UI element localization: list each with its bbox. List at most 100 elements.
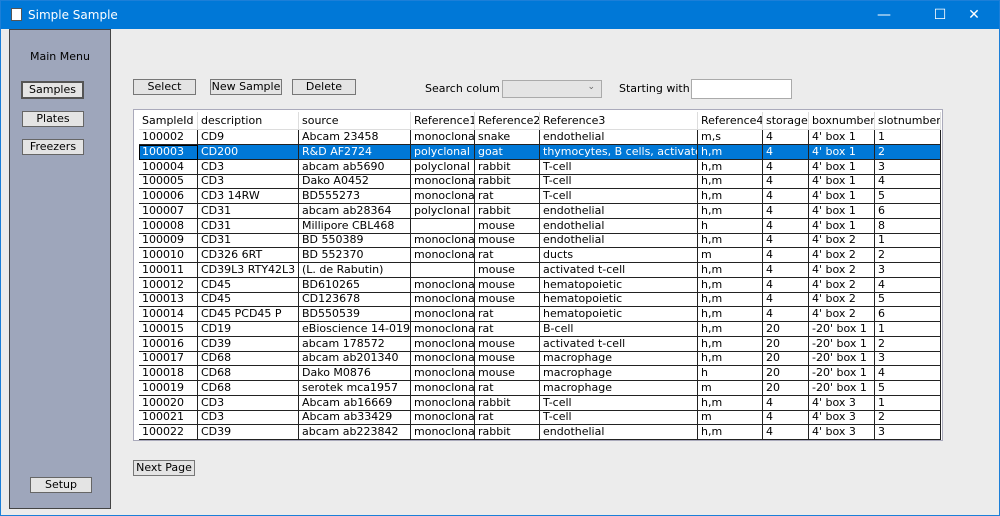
column-header-boxnumber[interactable]: boxnumber — [809, 112, 875, 130]
cell-storage[interactable]: 4 — [763, 292, 809, 308]
cell-reference3[interactable]: B-cell — [540, 321, 698, 337]
column-header-reference2[interactable]: Reference2 — [475, 112, 540, 130]
cell-reference2[interactable]: mouse — [475, 218, 540, 234]
cell-storage[interactable]: 20 — [763, 351, 809, 367]
cell-slotnumber[interactable]: 1 — [875, 233, 941, 249]
cell-reference1[interactable]: monoclonal — [411, 277, 475, 293]
cell-reference4[interactable]: m — [698, 410, 763, 426]
cell-storage[interactable]: 4 — [763, 174, 809, 190]
cell-boxnumber[interactable]: 4' box 2 — [809, 262, 875, 278]
cell-description[interactable]: CD326 6RT — [198, 248, 299, 263]
cell-sampleid[interactable]: 100013 — [139, 292, 198, 308]
cell-reference4[interactable]: m — [698, 248, 763, 263]
cell-source[interactable]: serotek mca1957 — [299, 380, 411, 396]
cell-reference3[interactable]: T-cell — [540, 395, 698, 411]
cell-storage[interactable]: 4 — [763, 395, 809, 411]
table-row[interactable]: 100015 CD19 eBioscience 14-0194 monoclonal r… — [139, 321, 941, 337]
cell-reference1[interactable] — [411, 262, 475, 278]
cell-description[interactable]: CD68 — [198, 366, 299, 381]
cell-reference1[interactable]: monoclonal — [411, 336, 475, 352]
cell-reference4[interactable]: h — [698, 366, 763, 381]
cell-source[interactable]: Abcam 23458 — [299, 130, 411, 145]
cell-reference1[interactable]: monoclonal — [411, 321, 475, 337]
cell-reference2[interactable]: rat — [475, 248, 540, 263]
cell-reference1[interactable]: monoclonal — [411, 189, 475, 204]
cell-source[interactable]: eBioscience 14-0194 — [299, 321, 411, 337]
column-header-description[interactable]: description — [198, 112, 299, 130]
cell-reference4[interactable]: h,m — [698, 336, 763, 352]
cell-slotnumber[interactable]: 2 — [875, 336, 941, 352]
cell-boxnumber[interactable]: -20' box 1 — [809, 380, 875, 396]
cell-reference2[interactable]: mouse — [475, 336, 540, 352]
cell-reference4[interactable]: h,m — [698, 351, 763, 367]
cell-reference2[interactable]: rat — [475, 189, 540, 204]
cell-storage[interactable]: 4 — [763, 307, 809, 322]
cell-reference4[interactable]: h,m — [698, 174, 763, 190]
cell-reference3[interactable]: macrophage — [540, 380, 698, 396]
cell-reference3[interactable]: hematopoietic — [540, 292, 698, 308]
column-header-reference1[interactable]: Reference1 — [411, 112, 475, 130]
cell-reference2[interactable]: rat — [475, 321, 540, 337]
table-row[interactable]: 100020 CD3 Abcam ab16669 monoclonal rabbit T-… — [139, 395, 941, 411]
cell-reference2[interactable]: goat — [475, 144, 540, 160]
cell-description[interactable]: CD31 — [198, 218, 299, 234]
cell-description[interactable]: CD68 — [198, 380, 299, 396]
cell-storage[interactable]: 20 — [763, 336, 809, 352]
cell-source[interactable]: BD 550389 — [299, 233, 411, 249]
cell-description[interactable]: CD39L3 RTY42L3 P — [198, 262, 299, 278]
cell-storage[interactable]: 4 — [763, 159, 809, 175]
cell-reference2[interactable]: rabbit — [475, 159, 540, 175]
cell-reference2[interactable]: mouse — [475, 366, 540, 381]
cell-source[interactable]: Dako M0876 — [299, 366, 411, 381]
cell-reference4[interactable]: h,m — [698, 159, 763, 175]
column-header-source[interactable]: source — [299, 112, 411, 130]
cell-reference4[interactable]: h,m — [698, 262, 763, 278]
cell-storage[interactable]: 20 — [763, 380, 809, 396]
cell-storage[interactable]: 20 — [763, 366, 809, 381]
cell-reference1[interactable]: monoclonal — [411, 307, 475, 322]
cell-reference3[interactable]: macrophage — [540, 351, 698, 367]
cell-description[interactable]: CD45 — [198, 277, 299, 293]
cell-sampleid[interactable]: 100002 — [139, 130, 198, 145]
cell-reference3[interactable]: endothelial — [540, 233, 698, 249]
cell-storage[interactable]: 20 — [763, 321, 809, 337]
cell-source[interactable]: abcam ab223842 — [299, 425, 411, 440]
cell-source[interactable]: BD550539 — [299, 307, 411, 322]
cell-reference2[interactable]: rabbit — [475, 395, 540, 411]
cell-reference1[interactable]: monoclonal — [411, 366, 475, 381]
cell-sampleid[interactable]: 100012 — [139, 277, 198, 293]
cell-reference3[interactable]: T-cell — [540, 174, 698, 190]
cell-slotnumber[interactable]: 5 — [875, 292, 941, 308]
cell-slotnumber[interactable]: 3 — [875, 425, 941, 440]
cell-reference4[interactable]: m — [698, 380, 763, 396]
cell-reference1[interactable]: monoclonal — [411, 130, 475, 145]
table-row[interactable]: 100010 CD326 6RT BD 552370 monoclonal rat duc… — [139, 248, 941, 263]
cell-source[interactable]: Dako A0452 — [299, 174, 411, 190]
cell-description[interactable]: CD200 — [198, 144, 299, 160]
new-sample-button[interactable]: New Sample — [210, 79, 282, 95]
cell-description[interactable]: CD31 — [198, 233, 299, 249]
cell-reference4[interactable]: h,m — [698, 203, 763, 219]
cell-sampleid[interactable]: 100011 — [139, 262, 198, 278]
cell-boxnumber[interactable]: 4' box 3 — [809, 395, 875, 411]
cell-source[interactable]: abcam ab201340 — [299, 351, 411, 367]
cell-reference4[interactable]: h,m — [698, 144, 763, 160]
cell-reference4[interactable]: h,m — [698, 425, 763, 440]
cell-source[interactable]: CD123678 — [299, 292, 411, 308]
cell-slotnumber[interactable]: 6 — [875, 203, 941, 219]
cell-storage[interactable]: 4 — [763, 144, 809, 160]
table-row[interactable]: 100006 CD3 14RW BD555273 monoclonal rat T-cel… — [139, 189, 941, 204]
cell-boxnumber[interactable]: 4' box 2 — [809, 292, 875, 308]
cell-reference4[interactable]: h,m — [698, 233, 763, 249]
select-button[interactable]: Select — [133, 79, 196, 95]
minimize-button[interactable]: — — [861, 1, 907, 29]
cell-source[interactable]: BD610265 — [299, 277, 411, 293]
cell-source[interactable]: abcam ab28364 — [299, 203, 411, 219]
cell-storage[interactable]: 4 — [763, 233, 809, 249]
cell-reference3[interactable]: hematopoietic — [540, 307, 698, 322]
cell-reference2[interactable]: mouse — [475, 292, 540, 308]
cell-reference2[interactable]: rabbit — [475, 174, 540, 190]
table-row[interactable]: 100018 CD68 Dako M0876 monoclonal mouse macro… — [139, 366, 941, 381]
table-row[interactable]: 100016 CD39 abcam 178572 monoclonal mouse act… — [139, 336, 941, 352]
cell-sampleid[interactable]: 100009 — [139, 233, 198, 249]
